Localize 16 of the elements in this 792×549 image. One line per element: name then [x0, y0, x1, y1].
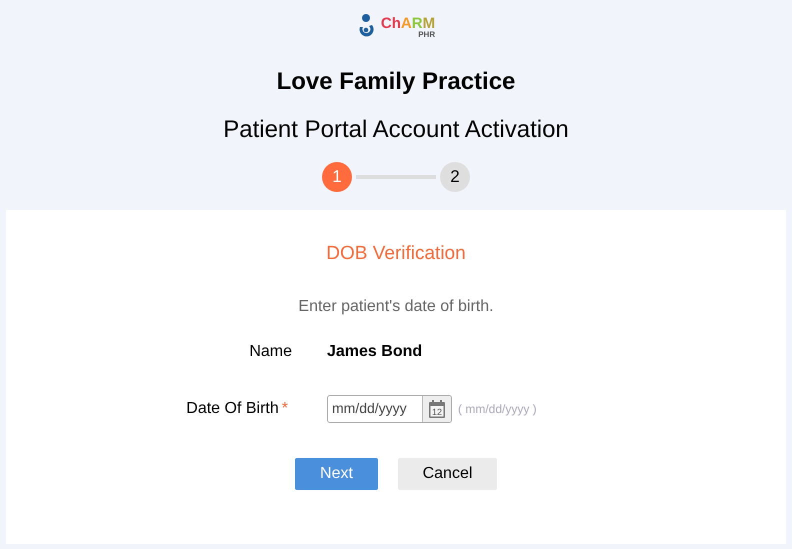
- instruction-text: Enter patient's date of birth.: [298, 296, 494, 316]
- field-label: Name: [249, 342, 292, 362]
- field-value: James Bond: [327, 342, 422, 362]
- card-heading: DOB Verification: [326, 242, 466, 266]
- logo-subtitle: PHR: [418, 30, 436, 38]
- date-input[interactable]: mm/dd/yyyy 12: [327, 394, 452, 422]
- page-title: Patient Portal Account Activation: [223, 115, 569, 145]
- field-label: Date Of Birth: [186, 398, 279, 418]
- step-indicator: 2: [440, 162, 470, 192]
- step-indicator: 1: [322, 162, 352, 192]
- calendar-icon[interactable]: 12: [428, 398, 446, 418]
- cancel-button[interactable]: Cancel: [398, 458, 497, 490]
- required-mark: *: [282, 398, 288, 418]
- practice-name: Love Family Practice: [276, 67, 516, 97]
- logo-wordmark: ChARM: [380, 16, 436, 30]
- format-hint: ( mm/dd/yyyy ): [458, 400, 537, 418]
